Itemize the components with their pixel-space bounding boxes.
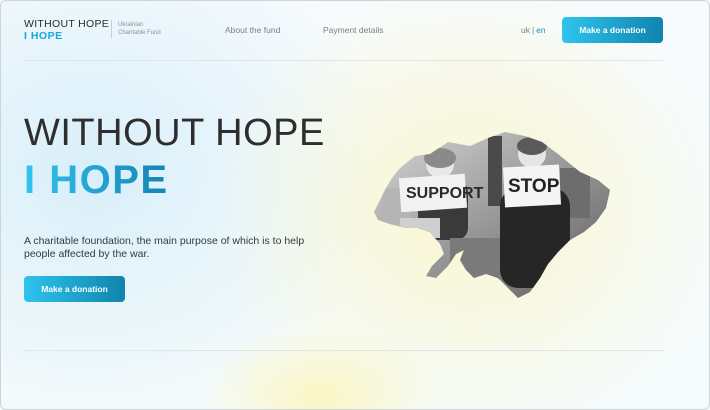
header-donate-button[interactable]: Make a donation <box>562 17 663 43</box>
logo[interactable]: WITHOUT HOPE I HOPE <box>24 18 109 42</box>
lang-uk[interactable]: uk <box>521 25 530 35</box>
tagline: Ukrainian Charitable Fund <box>118 22 161 37</box>
hero-donate-button[interactable]: Make a donation <box>24 276 125 302</box>
sign-stop: STOP <box>508 176 560 197</box>
logo-line-2: I HOPE <box>24 30 63 42</box>
section-divider <box>24 350 663 351</box>
hero-title-line-1: WITHOUT HOPE <box>24 112 325 154</box>
nav-payment-details[interactable]: Payment details <box>323 25 383 35</box>
tagline-line-2: Charitable Fund <box>118 29 161 36</box>
tagline-line-1: Ukrainian <box>118 22 144 28</box>
hero-description: A charitable foundation, the main purpos… <box>24 235 305 260</box>
nav-about-fund[interactable]: About the fund <box>225 25 280 35</box>
sign-support: SUPPORT <box>406 185 484 202</box>
logo-divider <box>111 20 112 38</box>
lang-en[interactable]: en <box>536 25 545 35</box>
ukraine-map-photo: SUPPORT STOP <box>374 132 610 298</box>
hero-title-line-2: I HOPE <box>24 158 169 202</box>
language-switcher: uk | en <box>521 25 546 35</box>
header-divider <box>24 60 663 61</box>
logo-line-1: WITHOUT HOPE <box>24 18 110 30</box>
